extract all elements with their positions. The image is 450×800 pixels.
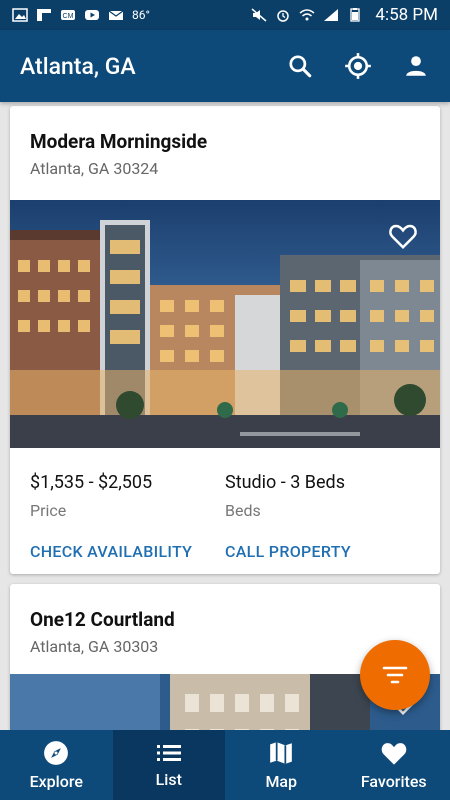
youtube-icon: [85, 10, 99, 20]
favorite-button[interactable]: [388, 222, 418, 250]
nav-map[interactable]: Map: [225, 730, 338, 800]
status-right: 4:58 PM: [251, 5, 438, 25]
map-icon: [270, 741, 293, 764]
beds-value: Studio - 3 Beds: [225, 472, 345, 493]
nav-explore-label: Explore: [29, 771, 83, 791]
filter-icon: [382, 666, 408, 684]
listing-address: Atlanta, GA 30303: [30, 637, 159, 656]
wifi-icon: [299, 9, 315, 21]
battery-icon: [350, 8, 361, 22]
listing-actions: CHECK AVAILABILITY CALL PROPERTY: [10, 520, 440, 561]
flipboard-icon: [37, 9, 51, 21]
svg-text:CM: CM: [63, 13, 74, 20]
listing-photo[interactable]: [10, 200, 440, 448]
listing-card[interactable]: Modera Morningside Atlanta, GA 30324 $1,…: [10, 106, 440, 574]
listing-details: $1,535 - $2,505 Price Studio - 3 Beds Be…: [10, 448, 440, 520]
status-bar: CM 86° 4:58 PM: [0, 0, 450, 30]
nav-explore[interactable]: Explore: [0, 730, 113, 800]
nav-map-label: Map: [265, 771, 298, 791]
person-icon: [406, 56, 426, 76]
nav-favorites[interactable]: Favorites: [338, 730, 450, 800]
alarm-icon: [277, 10, 290, 22]
status-left: CM 86°: [12, 8, 150, 22]
account-button[interactable]: [402, 52, 430, 80]
list-icon: [156, 744, 181, 761]
temperature-text: 86°: [132, 8, 150, 22]
clock-text: 4:58 PM: [375, 5, 438, 25]
app-bar-actions: [286, 52, 430, 80]
price-value: $1,535 - $2,505: [30, 472, 153, 493]
listing-name: Modera Morningside: [30, 130, 208, 153]
mute-icon: [251, 8, 267, 22]
nav-list[interactable]: List: [112, 730, 225, 800]
price-group: $1,535 - $2,505 Price: [30, 472, 225, 520]
filter-fab-button[interactable]: [360, 640, 430, 710]
image-notification-icon: [12, 8, 28, 22]
beds-label: Beds: [225, 501, 261, 520]
check-availability-button[interactable]: CHECK AVAILABILITY: [30, 542, 225, 561]
search-button[interactable]: [286, 52, 314, 80]
listing-address: Atlanta, GA 30324: [30, 159, 159, 178]
news-icon: CM: [61, 10, 75, 20]
listing-header: Modera Morningside Atlanta, GA 30324: [10, 106, 440, 200]
listing-name: One12 Courtland: [30, 608, 175, 631]
nav-favorites-label: Favorites: [360, 771, 427, 791]
bottom-navigation: Explore List Map Favorites: [0, 730, 450, 800]
search-icon: [289, 55, 312, 78]
listing-list[interactable]: Modera Morningside Atlanta, GA 30324 $1,…: [0, 102, 450, 730]
crosshair-icon: [345, 53, 371, 79]
heart-icon: [381, 742, 407, 765]
price-label: Price: [30, 501, 67, 520]
call-property-button[interactable]: CALL PROPERTY: [225, 542, 420, 561]
app-bar: Atlanta, GA: [0, 30, 450, 102]
building-rendering-image: [10, 200, 440, 448]
heart-outline-icon: [389, 224, 417, 250]
location-title[interactable]: Atlanta, GA: [20, 53, 136, 80]
mail-icon: [108, 10, 124, 20]
beds-group: Studio - 3 Beds Beds: [225, 472, 420, 520]
my-location-button[interactable]: [344, 52, 372, 80]
signal-icon: [324, 9, 339, 21]
nav-list-label: List: [155, 769, 182, 789]
compass-icon: [44, 740, 69, 765]
